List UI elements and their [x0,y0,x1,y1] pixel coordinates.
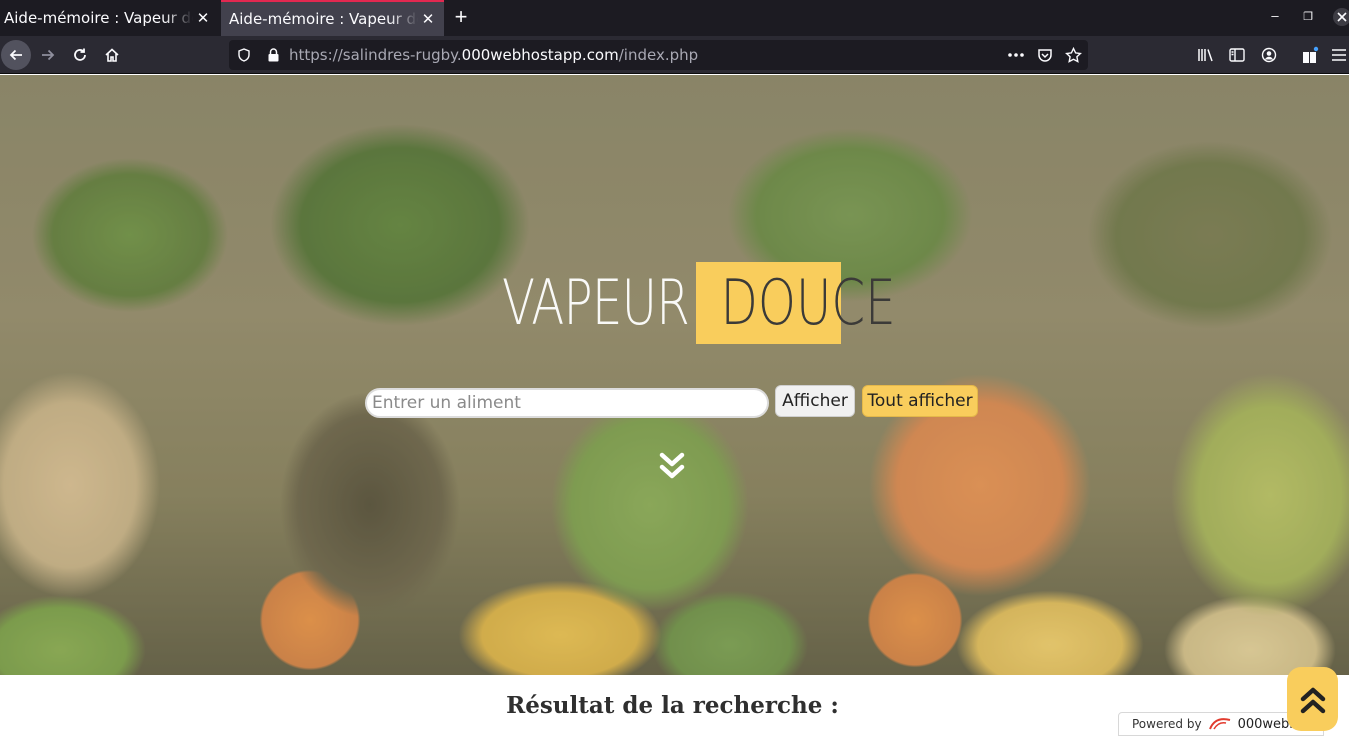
close-window-icon[interactable] [1330,8,1349,30]
star-icon[interactable] [1062,44,1084,66]
show-button[interactable]: Afficher [775,385,855,417]
powered-by-label: Powered by [1132,717,1202,731]
hero-background-image [0,75,1349,675]
shield-icon[interactable] [233,44,255,66]
logo-word-douce-box: DOUCE [696,262,896,344]
tab-title: Aide-mémoire : Vapeur douce [229,10,418,28]
url-text[interactable]: https://salindres-rugby.000webhostapp.co… [289,46,698,64]
back-icon[interactable] [1,40,31,70]
logo-word-douce: DOUCE [720,266,896,339]
browser-tab-2[interactable]: Aide-mémoire : Vapeur douce ✕ [221,0,444,36]
logo-word-vapeur: VAPEUR [502,266,690,339]
show-all-button[interactable]: Tout afficher [862,385,978,417]
new-tab-icon[interactable]: + [450,4,472,32]
home-icon[interactable] [97,40,127,70]
restore-icon[interactable]: ❐ [1298,10,1318,23]
tab-title: Aide-mémoire : Vapeur douce [4,9,193,27]
double-chevron-up-icon [1299,683,1327,715]
webhost-logo-icon [1208,717,1232,731]
forward-icon[interactable] [33,40,63,70]
site-logo: VAPEUR DOUCE [502,262,896,344]
account-icon[interactable] [1254,40,1284,70]
sidebar-icon[interactable] [1222,40,1252,70]
url-path: /index.php [618,46,699,64]
tab-bar: Aide-mémoire : Vapeur douce ✕ Aide-mémoi… [0,0,1349,36]
extensions-icon[interactable] [1295,40,1325,70]
url-prefix: https://salindres-rugby. [289,46,462,64]
lock-icon[interactable] [262,44,284,66]
scroll-to-top-button[interactable] [1287,667,1338,731]
close-tab-icon[interactable]: ✕ [418,10,438,28]
pocket-icon[interactable] [1034,44,1056,66]
address-bar[interactable]: https://salindres-rugby.000webhostapp.co… [229,40,1088,70]
library-icon[interactable] [1191,40,1221,70]
more-icon[interactable] [1005,44,1027,66]
browser-tab-1[interactable]: Aide-mémoire : Vapeur douce ✕ [0,0,219,36]
double-chevron-down-icon[interactable] [657,450,687,484]
food-search-input[interactable] [365,388,769,418]
minimize-icon[interactable]: – [1265,8,1285,23]
navigation-toolbar: https://salindres-rugby.000webhostapp.co… [0,36,1349,74]
url-domain: 000webhostapp.com [461,46,619,64]
reload-icon[interactable] [65,40,95,70]
close-tab-icon[interactable]: ✕ [193,9,213,27]
menu-icon[interactable] [1327,40,1349,70]
